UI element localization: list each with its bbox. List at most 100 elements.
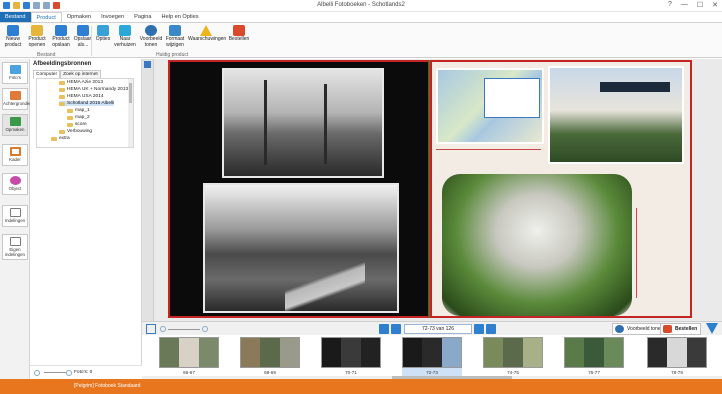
ribbon: Nieuw product Product openen Product ops… bbox=[0, 22, 722, 58]
folder-icon bbox=[59, 129, 65, 134]
minimize-icon[interactable]: — bbox=[681, 1, 688, 9]
tree-item[interactable]: map_2 bbox=[67, 115, 90, 120]
tab-opmaken[interactable]: Opmaken bbox=[62, 12, 96, 22]
warnings-label: Waarschuwingen bbox=[188, 36, 227, 42]
thumbnail[interactable]: 68-69 bbox=[240, 337, 300, 377]
thumbnail-label: 68-69 bbox=[264, 370, 276, 375]
thumb-left-page bbox=[322, 338, 342, 367]
thumbnail-size-slider[interactable] bbox=[44, 372, 66, 373]
tool-layouts[interactable]: Indelingen bbox=[2, 205, 28, 227]
tab-pagina[interactable]: Pagina bbox=[129, 12, 156, 22]
order-nav-button[interactable]: Bestellen bbox=[660, 323, 702, 335]
title-bar: Albelli Fotoboeken - Schotlands2 ? — ☐ ✕ bbox=[0, 0, 722, 12]
status-text: [Pelgrim] Fotoboek Standaard bbox=[74, 383, 141, 389]
right-page[interactable] bbox=[430, 60, 692, 318]
group-label-bestand: Bestand bbox=[37, 52, 56, 58]
collapse-panel-icon[interactable] bbox=[144, 61, 151, 68]
new-product-button[interactable]: Nieuw product bbox=[0, 25, 26, 48]
tree-item[interactable]: Verbouwing bbox=[59, 129, 92, 134]
window-title: Albelli Fotoboeken - Schotlands2 bbox=[317, 2, 405, 8]
preview-button[interactable]: Voorbeeld tonen bbox=[138, 25, 164, 48]
resize-button[interactable]: Formaat wijzigen bbox=[162, 25, 188, 48]
thumbnail-label: 76-77 bbox=[588, 370, 600, 375]
zoom-out-icon[interactable] bbox=[160, 326, 166, 332]
tree-item[interactable]: HEMA Azie 2013 bbox=[59, 80, 103, 85]
thumb-mid bbox=[584, 338, 604, 367]
first-page-button[interactable] bbox=[379, 324, 389, 334]
thumbnail[interactable]: 78-79 bbox=[647, 337, 707, 377]
photo-poles-landscape[interactable] bbox=[222, 68, 384, 178]
zoom-in-icon[interactable] bbox=[202, 326, 208, 332]
help-icon[interactable]: ? bbox=[668, 1, 672, 9]
frame-icon bbox=[9, 147, 21, 156]
folder-icon bbox=[67, 108, 73, 113]
warnings-button[interactable]: Waarschuwingen bbox=[188, 25, 227, 43]
thumbnail-label: 78-79 bbox=[671, 370, 683, 375]
thumbnail[interactable]: 76-77 bbox=[564, 337, 624, 377]
tool-object[interactable]: Object bbox=[2, 173, 28, 195]
tab-product[interactable]: Product bbox=[30, 12, 62, 22]
thumbnail[interactable]: 70-71 bbox=[321, 337, 381, 377]
tab-bestand[interactable]: Bestand bbox=[0, 12, 31, 22]
tree-item-label: HEMA Azie 2013 bbox=[67, 80, 103, 85]
scroll-thumb[interactable] bbox=[129, 83, 132, 103]
tool-layout[interactable]: Opmaken bbox=[2, 114, 28, 136]
zoom-slider[interactable] bbox=[168, 329, 200, 330]
tree-item[interactable]: HEMA USA 2014 bbox=[59, 94, 104, 99]
photo-road-clouds[interactable] bbox=[203, 183, 399, 315]
tab-help-opties[interactable]: Help en Opties bbox=[157, 12, 204, 22]
zoom-out-icon[interactable] bbox=[34, 370, 40, 376]
thumb-left-page bbox=[484, 338, 504, 367]
folder-icon bbox=[59, 101, 65, 106]
open-product-button[interactable]: Product openen bbox=[24, 25, 50, 48]
tool-custom-layouts[interactable]: Eigen indelingen bbox=[2, 234, 28, 260]
tool-photos-label: Foto's bbox=[9, 75, 21, 80]
thumbnail-label: 74-75 bbox=[507, 370, 519, 375]
next-page-button[interactable] bbox=[474, 324, 484, 334]
pole-shape bbox=[324, 84, 327, 164]
thumb-right-page bbox=[603, 338, 623, 367]
move-to-button[interactable]: Naar verhuizen bbox=[112, 25, 138, 48]
cart-icon bbox=[663, 325, 672, 333]
tree-item[interactable]: HEMA UK + Normandy 2013 bbox=[59, 87, 128, 92]
tree-item[interactable]: map_1 bbox=[67, 108, 90, 113]
thumbnail-label: 66-67 bbox=[183, 370, 195, 375]
order-nav-label: Bestellen bbox=[675, 326, 698, 332]
tree-item-label: Verbouwing bbox=[67, 129, 93, 134]
thumbnail-selected[interactable]: 72-73 bbox=[402, 337, 462, 377]
left-page[interactable] bbox=[168, 60, 430, 318]
photo-count: Foto's: 0 bbox=[74, 370, 93, 375]
tree-item-selected[interactable]: Schotland 2016 Albelli bbox=[59, 101, 115, 106]
page-indicator[interactable]: 72-73 van 126 bbox=[404, 324, 472, 334]
expand-thumbnails-icon[interactable] bbox=[706, 323, 718, 334]
garden-caption-block[interactable] bbox=[636, 208, 688, 298]
open-folder-icon bbox=[31, 25, 43, 36]
image-sources-panel: Afbeeldingsbronnen Computer Zoek op inte… bbox=[30, 59, 142, 369]
photo-map[interactable] bbox=[436, 68, 544, 144]
maximize-icon[interactable]: ☐ bbox=[697, 1, 703, 9]
pole-shape bbox=[264, 80, 267, 165]
tree-item[interactable]: score bbox=[67, 122, 87, 127]
warning-icon bbox=[200, 25, 212, 36]
order-ribbon-button[interactable]: Bestellen bbox=[226, 25, 252, 43]
tool-frame[interactable]: Kader bbox=[2, 144, 28, 166]
photo-house-garden[interactable] bbox=[442, 174, 632, 316]
ribbon-tabs: Bestand Product Opmaken Invoegen Pagina … bbox=[0, 12, 722, 22]
thumb-mid bbox=[341, 338, 361, 367]
prev-page-button[interactable] bbox=[391, 324, 401, 334]
thumbnail[interactable]: 74-75 bbox=[483, 337, 543, 377]
tree-scrollbar[interactable] bbox=[128, 79, 133, 147]
thumb-mid bbox=[422, 338, 442, 367]
tab-invoegen[interactable]: Invoegen bbox=[96, 12, 129, 22]
tool-backgrounds[interactable]: Achtergronden bbox=[2, 88, 32, 110]
move-to-label: Naar verhuizen bbox=[114, 36, 136, 48]
zoom-in-icon[interactable] bbox=[66, 370, 72, 376]
tool-photos[interactable]: Foto's bbox=[2, 62, 28, 84]
photo-garden-sign[interactable] bbox=[548, 66, 684, 164]
last-page-button[interactable] bbox=[486, 324, 496, 334]
fit-page-icon[interactable] bbox=[146, 324, 156, 334]
map-caption-block[interactable] bbox=[436, 149, 541, 173]
tree-item[interactable]: extra bbox=[51, 136, 70, 141]
close-icon[interactable]: ✕ bbox=[712, 1, 718, 9]
thumbnail[interactable]: 66-67 bbox=[159, 337, 219, 377]
